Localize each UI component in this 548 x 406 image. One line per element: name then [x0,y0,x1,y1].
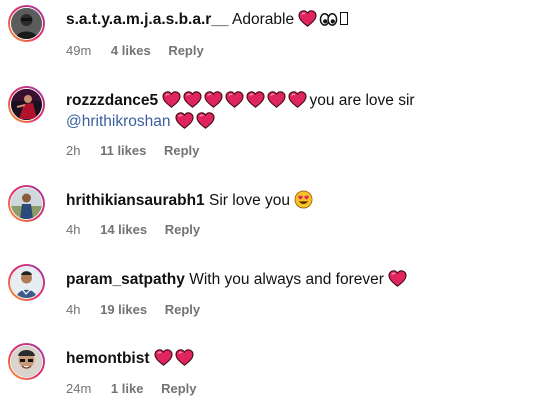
comment-line: param_satpathy With you always and forev… [66,268,536,292]
comment-text: Adorable [232,11,295,28]
avatar[interactable] [8,343,45,380]
comment-likes[interactable]: 19 likes [100,302,147,317]
red-heart-icon [175,349,194,366]
reply-button[interactable]: Reply [165,302,200,317]
comment-username[interactable]: hemontbist [66,350,150,367]
avatar[interactable] [8,264,45,301]
comment-meta: 24m 1 like Reply [66,381,196,396]
red-heart-icon [288,91,307,108]
red-heart-icon [175,112,194,129]
avatar[interactable] [8,86,45,123]
eyes-icon [320,12,338,26]
comment-username[interactable]: rozzzdance5 [66,92,158,109]
red-heart-icon [298,10,317,27]
comment-text: With you always and forever [189,271,384,288]
comment-meta: 4h 19 likes Reply [66,302,200,317]
red-heart-icon [225,91,244,108]
reply-button[interactable]: Reply [161,381,196,396]
comment-meta: 49m 4 likes Reply [66,43,204,58]
comment-username[interactable]: param_satpathy [66,271,185,288]
red-heart-icon [246,91,265,108]
red-heart-icon [267,91,286,108]
reply-button[interactable]: Reply [165,222,200,237]
red-heart-icon [204,91,223,108]
red-heart-icon [196,112,215,129]
comment-meta: 2h 11 likes Reply [66,143,199,158]
mention-link[interactable]: @hrithikroshan [66,113,170,130]
reply-button[interactable]: Reply [164,143,199,158]
comment-likes[interactable]: 11 likes [100,143,146,158]
heart-eyes-face-icon [294,190,313,209]
red-heart-icon [388,270,407,287]
comment-line: hrithikiansaurabh1 Sir love you [66,189,536,213]
comment-username[interactable]: hrithikiansaurabh1 [66,192,205,209]
avatar[interactable] [8,185,45,222]
red-heart-icon [162,91,181,108]
comment-line: hemontbist [66,347,536,371]
avatar[interactable] [8,5,45,42]
comment-text: Sir love you [209,192,290,209]
reply-button[interactable]: Reply [168,43,203,58]
comment-time: 4h [66,302,81,317]
missing-glyph-box-icon [340,12,349,25]
comment-time: 24m [66,381,92,396]
comment-text: you are love sir [309,92,415,109]
comment-likes[interactable]: 14 likes [100,222,147,237]
comment-line: s.a.t.y.a.m.j.a.s.b.a.r__ Adorable [66,8,536,32]
comment-likes[interactable]: 1 like [111,381,144,396]
comment-line-2: @hrithikroshan [66,110,536,134]
comment-username[interactable]: s.a.t.y.a.m.j.a.s.b.a.r__ [66,11,229,28]
red-heart-icon [154,349,173,366]
comment-likes[interactable]: 4 likes [111,43,151,58]
comment-time: 4h [66,222,81,237]
comment-time: 2h [66,143,81,158]
comment-meta: 4h 14 likes Reply [66,222,200,237]
comment-time: 49m [66,43,92,58]
red-heart-icon [183,91,202,108]
